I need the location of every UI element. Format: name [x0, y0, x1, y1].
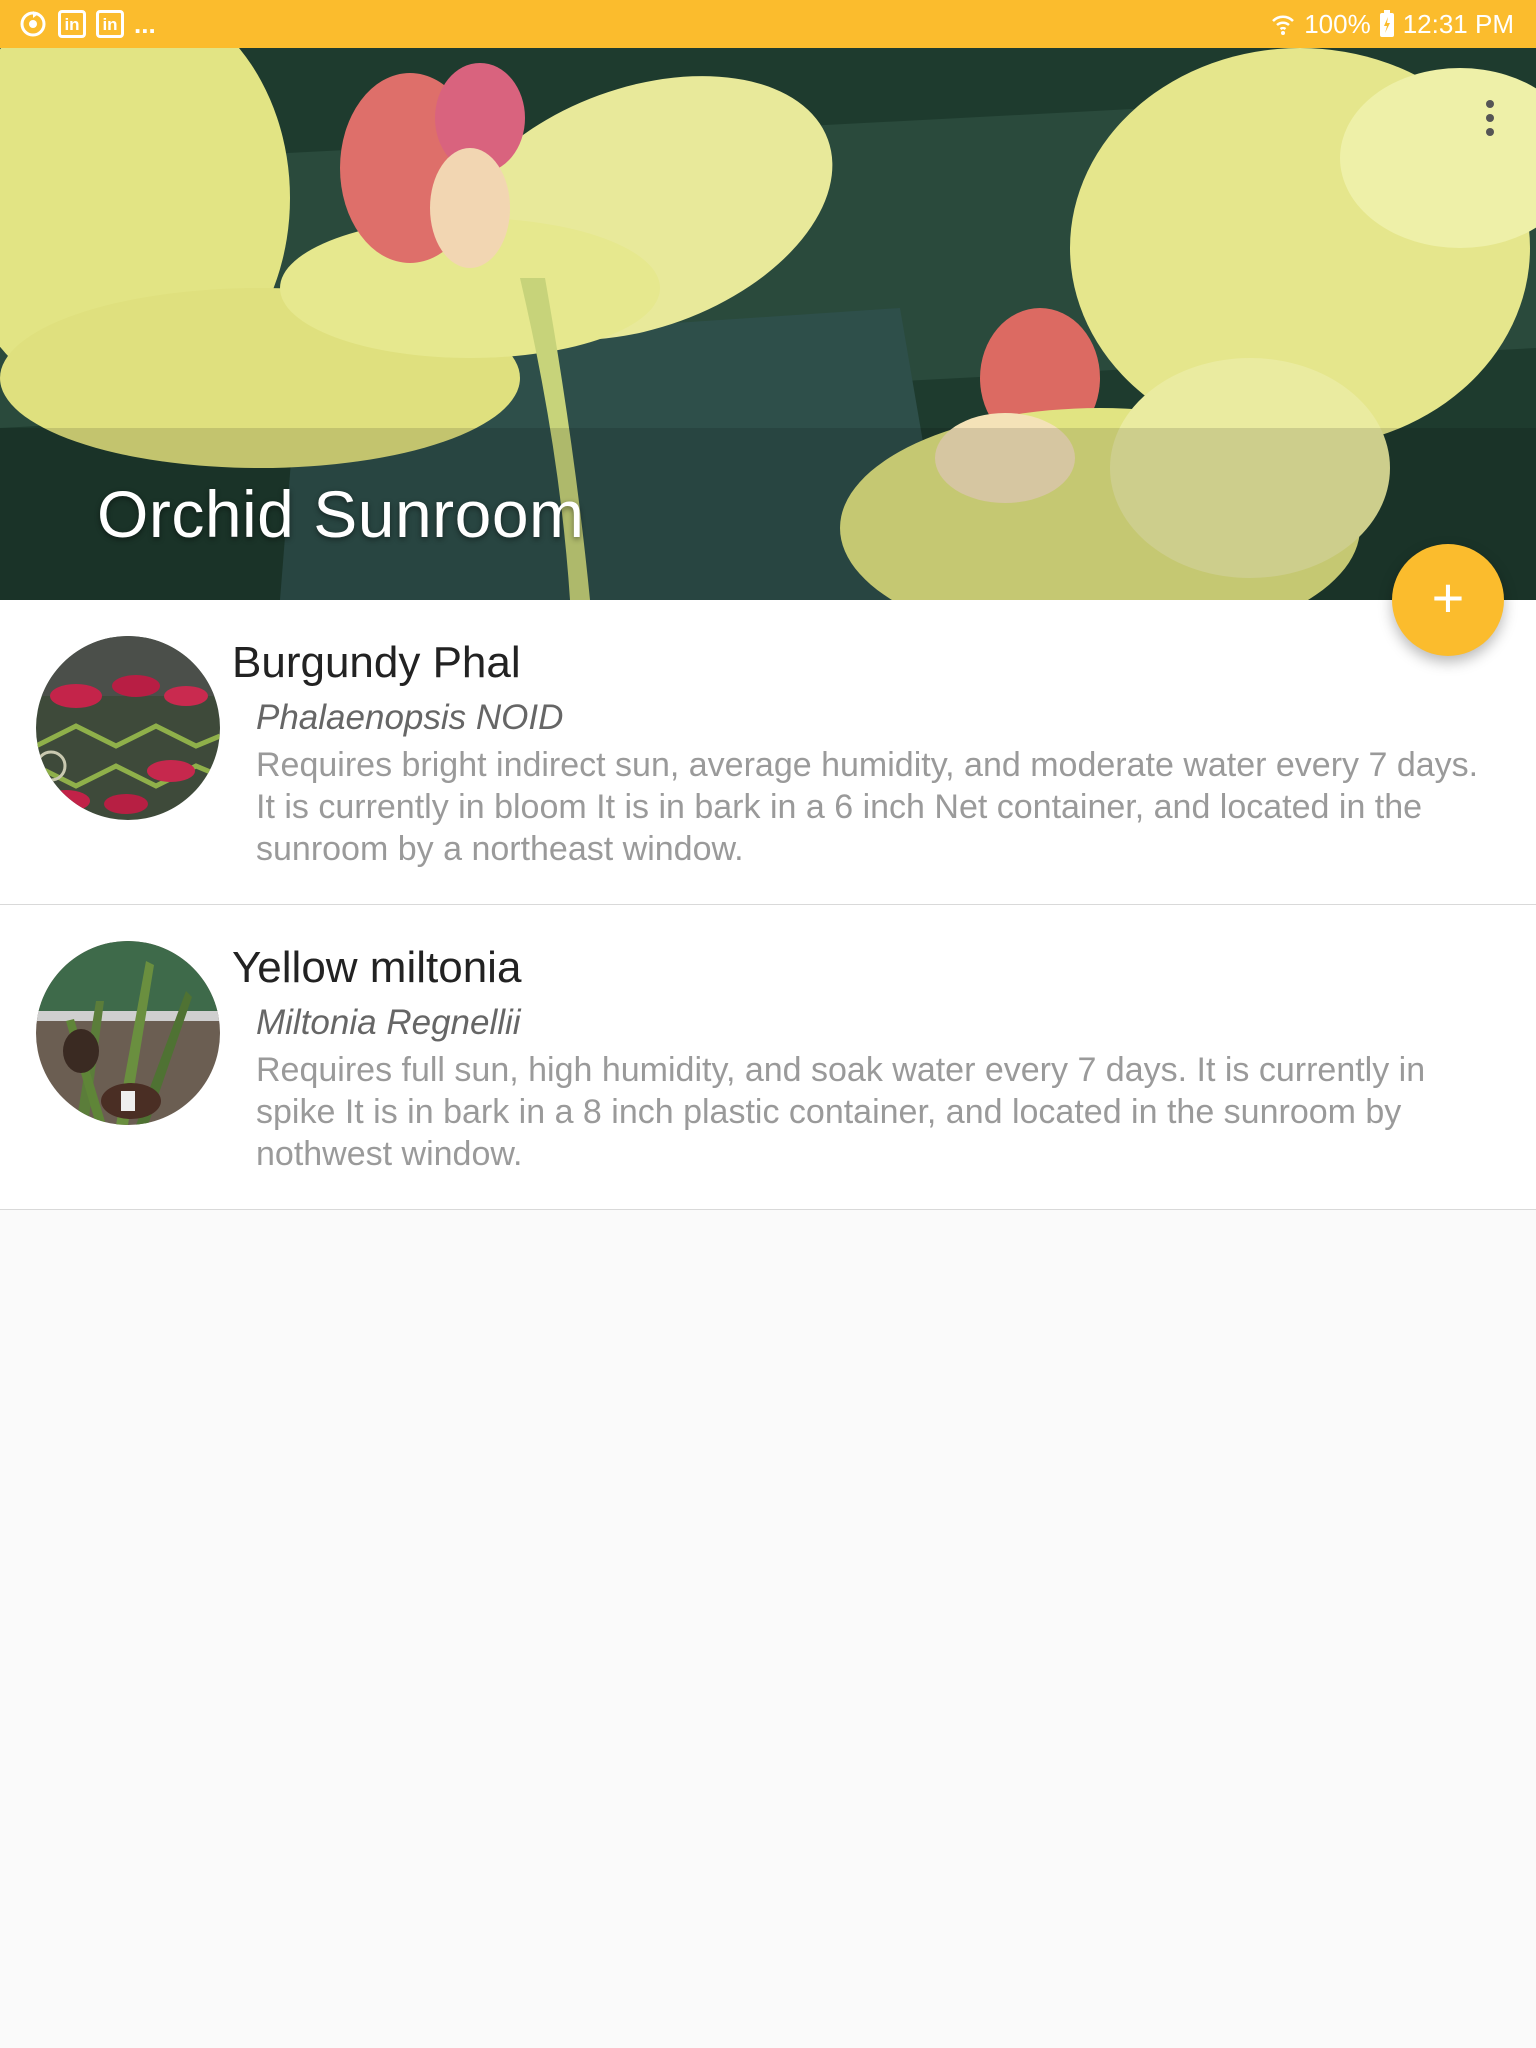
more-notifications: ...	[134, 8, 156, 39]
add-icon: +	[1431, 566, 1465, 629]
status-bar: in in ... 100% 12:31 PM	[0, 0, 1536, 48]
plant-species: Phalaenopsis NOID	[256, 698, 564, 737]
list-item[interactable]: Yellow miltonia Miltonia Regnellii Requi…	[0, 905, 1536, 1210]
plant-avatar	[36, 941, 220, 1125]
plant-species: Miltonia Regnellii	[256, 1003, 521, 1042]
clock: 12:31 PM	[1402, 8, 1514, 39]
list-item[interactable]: Burgundy Phal Phalaenopsis NOID Requires…	[0, 600, 1536, 905]
more-vert-icon[interactable]	[1468, 88, 1512, 148]
header-image: Orchid Sunroom	[0, 48, 1536, 600]
status-left: in in ...	[18, 9, 156, 40]
plant-description: Requires full sun, high humidity, and so…	[256, 1051, 1426, 1173]
plant-avatar	[36, 636, 220, 820]
linkedin-icon: in	[96, 10, 124, 38]
battery-charging-icon	[1379, 10, 1395, 38]
plant-name: Yellow miltonia	[232, 943, 522, 992]
plant-description: Requires bright indirect sun, average hu…	[256, 746, 1479, 868]
battery-percent: 100%	[1304, 8, 1371, 39]
linkedin-icon: in	[58, 10, 86, 38]
plant-name: Burgundy Phal	[232, 638, 521, 687]
status-right: 100% 12:31 PM	[1270, 9, 1514, 40]
sync-icon	[18, 9, 48, 39]
page-title: Orchid Sunroom	[97, 477, 585, 551]
add-plant-button[interactable]: +	[1392, 544, 1504, 656]
wifi-icon	[1270, 11, 1296, 37]
plant-list: Burgundy Phal Phalaenopsis NOID Requires…	[0, 600, 1536, 1210]
